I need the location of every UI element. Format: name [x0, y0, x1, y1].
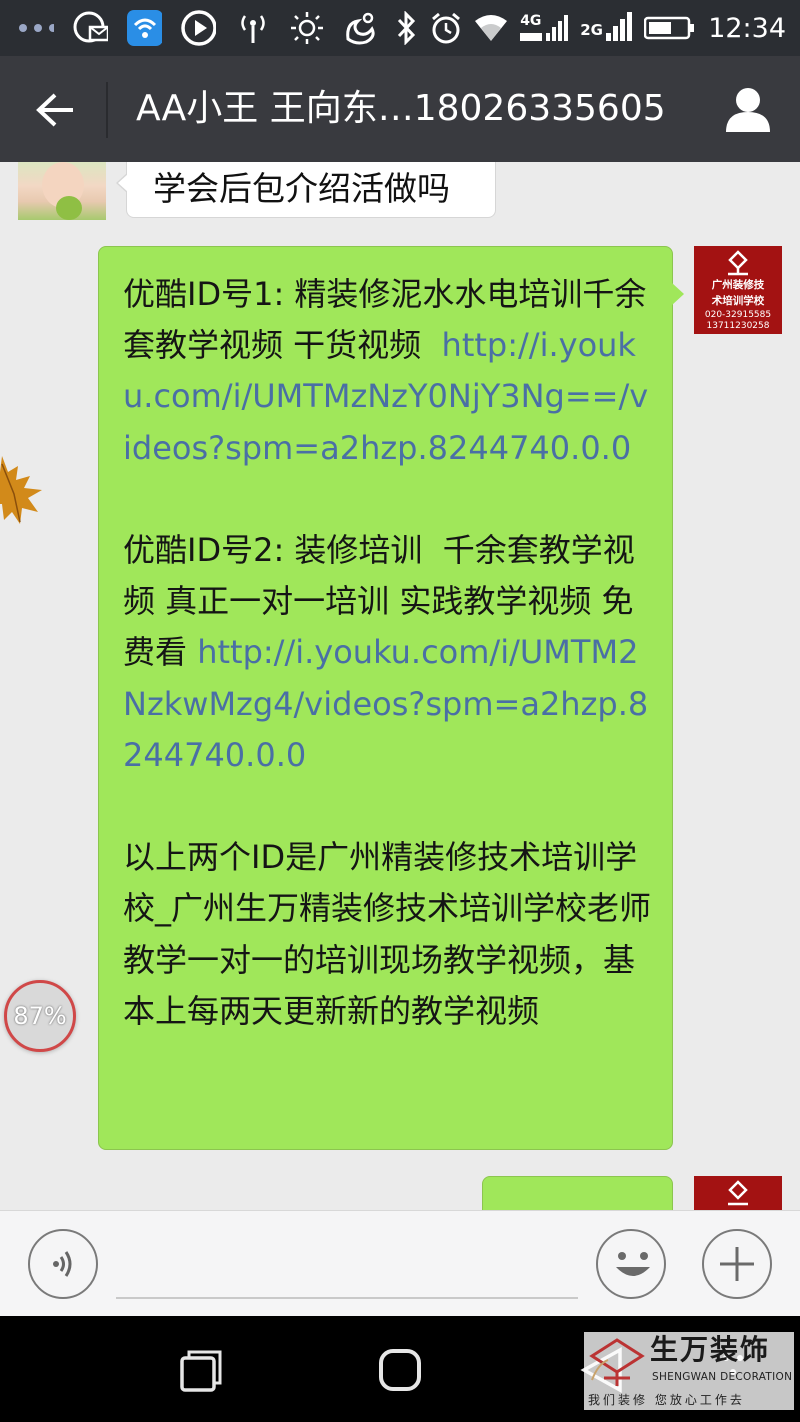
message-input[interactable]	[116, 1235, 578, 1299]
message-paragraph-3: 以上两个ID是广州精装修技术培训学校_广州生万精装修技术培训学校老师教学一对一的…	[123, 838, 652, 1030]
status-bar: 4G 2G 12:34	[0, 0, 800, 56]
uc-browser-icon	[342, 8, 378, 48]
outgoing-message-bubble[interactable]: 优酷ID号1: 精装修泥水水电培训千余套教学视频 干货视频 http://i.y…	[98, 246, 684, 1150]
avatar-phone-1: 020-32915585	[704, 310, 772, 320]
back-button[interactable]	[26, 82, 84, 138]
back-arrow-icon	[36, 93, 73, 127]
avatar-ball	[56, 196, 82, 220]
home-icon[interactable]	[378, 1348, 422, 1392]
play-icon	[180, 8, 216, 48]
recent-apps-icon[interactable]	[180, 1350, 222, 1392]
floating-ball-percent: 87%	[13, 1002, 67, 1030]
alarm-icon	[430, 8, 462, 48]
outgoing-message-text: 优酷ID号1: 精装修泥水水电培训千余套教学视频 干货视频 http://i.y…	[123, 269, 653, 1037]
status-time: 12:34	[708, 12, 786, 44]
wifi-hotspot-icon	[126, 8, 162, 48]
school-logo-icon	[728, 1180, 748, 1206]
watermark-brand-name: 生万装饰	[650, 1333, 771, 1366]
cell-signal-icon-2g: 2G	[580, 8, 633, 48]
voice-button[interactable]	[28, 1229, 98, 1299]
status-bar-left-icons	[18, 8, 378, 48]
status-bar-right-icons: 4G 2G 12:34	[394, 8, 786, 48]
voice-icon	[53, 1251, 72, 1277]
my-avatar[interactable]: 广州装修技 术培训学校 020-32915585 13711230258	[694, 246, 782, 334]
person-icon	[726, 88, 770, 132]
chat-info-button[interactable]	[718, 80, 778, 140]
maple-leaf-icon	[0, 456, 42, 524]
school-logo-icon	[728, 250, 748, 276]
more-dots-icon	[18, 8, 54, 48]
chat-message-list[interactable]: 学会后包介绍活做吗 优酷ID号1: 精装修泥水水电培训千余套教学视频 干货视频 …	[0, 162, 800, 1210]
chat-header: AA小王 王向东…18026335605	[0, 56, 800, 162]
shengwan-logo-icon	[589, 1338, 645, 1386]
contact-avatar[interactable]	[18, 162, 106, 220]
header-divider	[106, 82, 108, 138]
incoming-message-text: 学会后包介绍活做吗	[153, 169, 450, 208]
my-avatar-2[interactable]	[694, 1176, 782, 1210]
smiley-icon	[616, 1252, 650, 1276]
avatar-text-line-2: 术培训学校	[711, 295, 765, 307]
avatar-text-line-1: 广州装修技	[711, 279, 765, 291]
wifi-icon	[474, 8, 508, 48]
floating-memory-ball[interactable]: 87%	[4, 980, 76, 1052]
plus-icon	[720, 1247, 754, 1281]
chat-title: AA小王 王向东…18026335605	[136, 88, 666, 129]
watermark-english-name: SHENGWAN DECORATION	[652, 1371, 793, 1383]
battery-icon	[644, 8, 696, 48]
bluetooth-icon	[394, 8, 418, 48]
emoji-button[interactable]	[596, 1229, 666, 1299]
avatar-phone-2: 13711230258	[706, 321, 770, 331]
mail-icon	[72, 8, 108, 48]
more-functions-button[interactable]	[702, 1229, 772, 1299]
youku-link-2[interactable]: http://i.youku.com/i/UMTM2NzkwMzg4/video…	[123, 633, 648, 773]
outgoing-message-bubble-partial[interactable]	[482, 1176, 673, 1210]
incoming-message-bubble[interactable]: 学会后包介绍活做吗	[116, 162, 496, 218]
brightness-icon	[288, 8, 324, 48]
cell-signal-icon-4g: 4G	[520, 8, 569, 48]
watermark-slogan: 我们装修 您放心工作去	[588, 1393, 745, 1407]
brand-watermark: 生万装饰 SHENGWAN DECORATION 我们装修 您放心工作去	[584, 1332, 794, 1410]
chat-input-bar	[0, 1210, 800, 1316]
signal-tower-icon	[234, 8, 270, 48]
